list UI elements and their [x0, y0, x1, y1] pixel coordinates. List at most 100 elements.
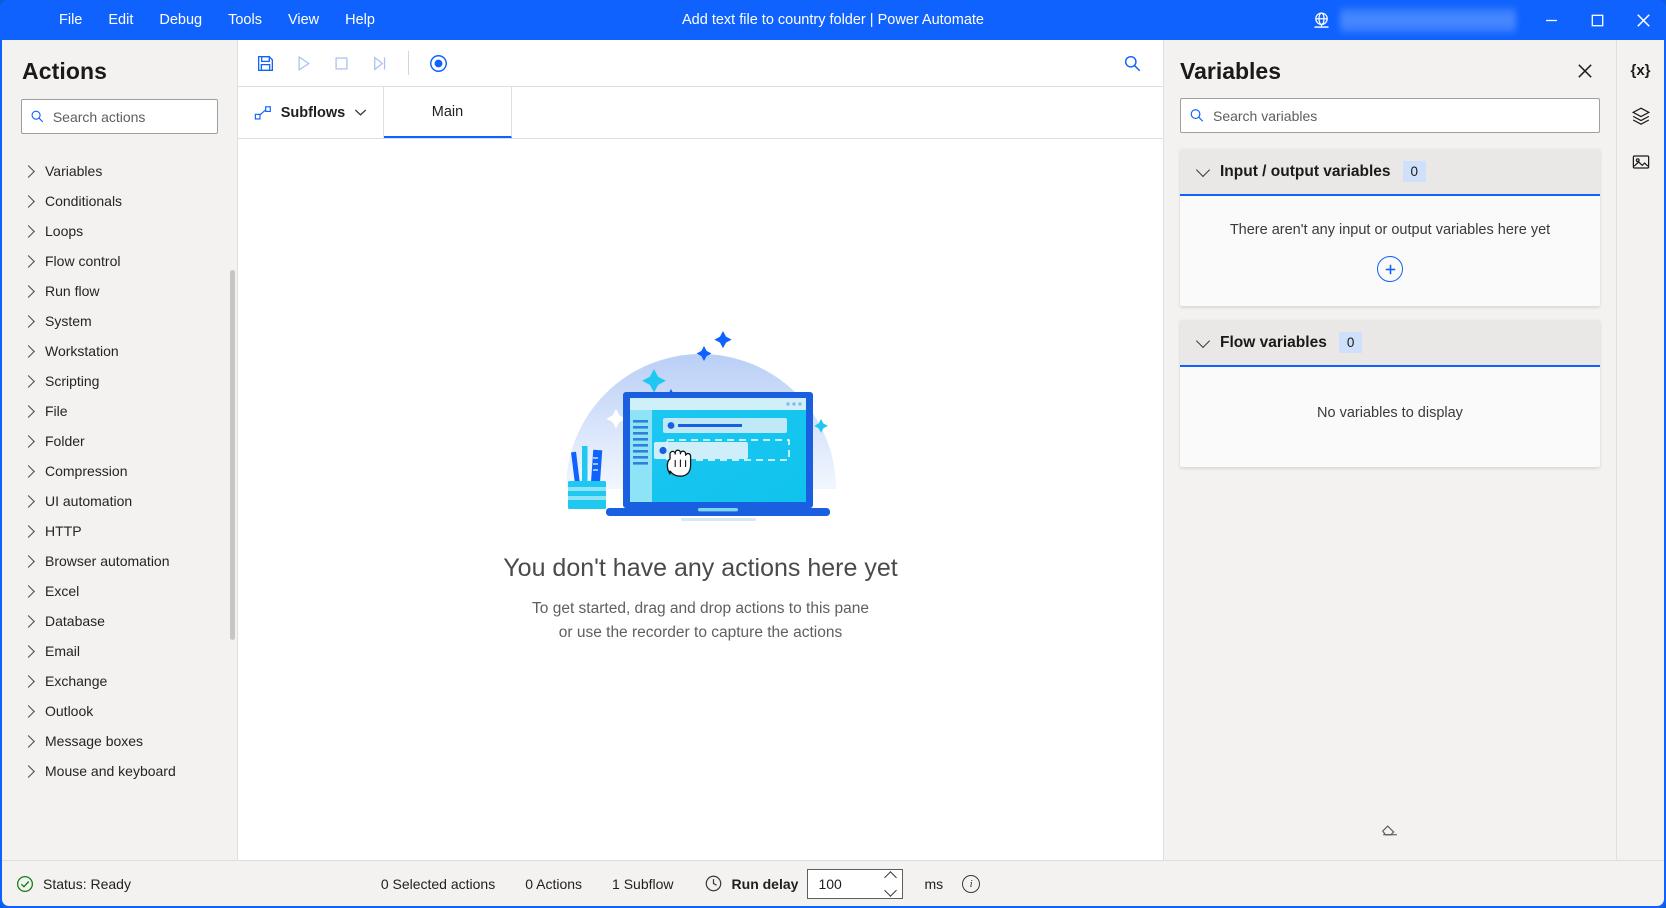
- toolbar-divider: [408, 51, 409, 75]
- search-actions-input[interactable]: [53, 109, 209, 125]
- action-group-label: Workstation: [45, 343, 119, 359]
- action-group-excel[interactable]: Excel: [2, 576, 237, 606]
- add-input-output-variable-button[interactable]: [1377, 256, 1403, 282]
- rail-images-button[interactable]: [1623, 144, 1659, 180]
- action-group-label: Exchange: [45, 673, 107, 689]
- flow-variables-header[interactable]: Flow variables 0: [1180, 320, 1600, 367]
- tabs-empty-area: [512, 87, 1163, 138]
- action-group-flow-control[interactable]: Flow control: [2, 246, 237, 276]
- run-button[interactable]: [284, 46, 322, 80]
- chevron-up-icon[interactable]: [885, 871, 898, 884]
- action-group-variables[interactable]: Variables: [2, 156, 237, 186]
- actions-pane-title: Actions: [2, 40, 237, 99]
- action-group-label: Conditionals: [45, 193, 122, 209]
- action-group-outlook[interactable]: Outlook: [2, 696, 237, 726]
- right-icon-rail: {x}: [1616, 40, 1664, 860]
- run-delay-group: Run delay 100 ms i: [704, 869, 981, 899]
- menu-item-file[interactable]: File: [46, 6, 95, 34]
- account-name-redacted[interactable]: [1340, 7, 1516, 33]
- subflows-dropdown[interactable]: Subflows: [238, 87, 384, 138]
- status-counters: 0 Selected actions 0 Actions 1 Subflow R…: [381, 869, 980, 899]
- recorder-button[interactable]: [419, 46, 457, 80]
- selected-actions-count: 0 Selected actions: [381, 876, 495, 892]
- chevron-right-icon: [22, 345, 35, 358]
- section-label: Flow variables: [1220, 334, 1327, 352]
- stepper-arrows[interactable]: [886, 870, 895, 898]
- empty-state-title: You don't have any actions here yet: [503, 554, 897, 583]
- stop-icon: [332, 54, 351, 73]
- flow-toolbar: [238, 40, 1163, 87]
- minimize-button[interactable]: [1528, 0, 1574, 40]
- action-group-email[interactable]: Email: [2, 636, 237, 666]
- action-group-message-boxes[interactable]: Message boxes: [2, 726, 237, 756]
- action-group-scripting[interactable]: Scripting: [2, 366, 237, 396]
- action-group-loops[interactable]: Loops: [2, 216, 237, 246]
- menu-item-debug[interactable]: Debug: [146, 6, 215, 34]
- variables-pane-title: Variables: [1180, 58, 1281, 85]
- action-group-database[interactable]: Database: [2, 606, 237, 636]
- actions-pane: Actions Variables Conditionals: [2, 40, 238, 860]
- action-group-file[interactable]: File: [2, 396, 237, 426]
- action-group-system[interactable]: System: [2, 306, 237, 336]
- search-actions-box[interactable]: [21, 99, 218, 134]
- empty-message: There aren't any input or output variabl…: [1230, 222, 1550, 238]
- action-group-exchange[interactable]: Exchange: [2, 666, 237, 696]
- action-group-mouse-and-keyboard[interactable]: Mouse and keyboard: [2, 756, 237, 786]
- close-variables-pane-button[interactable]: [1570, 56, 1600, 86]
- menu-bar: File Edit Debug Tools View Help: [46, 6, 388, 34]
- globe-icon[interactable]: [1306, 5, 1336, 35]
- tab-main[interactable]: Main: [384, 87, 512, 138]
- chevron-down-icon[interactable]: [885, 884, 898, 897]
- action-group-browser-automation[interactable]: Browser automation: [2, 546, 237, 576]
- clear-variables-button[interactable]: [1380, 817, 1400, 842]
- search-variables-box[interactable]: [1180, 98, 1600, 133]
- search-variables-input[interactable]: [1213, 108, 1591, 124]
- input-output-variables-card: Input / output variables 0 There aren't …: [1180, 149, 1600, 306]
- chevron-right-icon: [22, 225, 35, 238]
- chevron-right-icon: [22, 165, 35, 178]
- title-bar-controls: [1306, 0, 1666, 40]
- app-window: File Edit Debug Tools View Help Add text…: [0, 0, 1666, 908]
- maximize-button[interactable]: [1574, 0, 1620, 40]
- menu-item-view[interactable]: View: [275, 6, 332, 34]
- flow-canvas[interactable]: You don't have any actions here yet To g…: [238, 139, 1163, 860]
- flow-tabs: Subflows Main: [238, 87, 1163, 139]
- chevron-right-icon: [22, 285, 35, 298]
- chevron-right-icon: [22, 645, 35, 658]
- search-flow-button[interactable]: [1113, 46, 1151, 80]
- action-group-folder[interactable]: Folder: [2, 426, 237, 456]
- info-icon[interactable]: i: [962, 875, 980, 893]
- chevron-down-icon: [1196, 333, 1210, 347]
- action-group-workstation[interactable]: Workstation: [2, 336, 237, 366]
- action-group-compression[interactable]: Compression: [2, 456, 237, 486]
- flow-variables-body: No variables to display: [1180, 367, 1600, 467]
- run-delay-stepper[interactable]: 100: [807, 869, 903, 899]
- empty-state-illustration: [526, 274, 876, 524]
- save-button[interactable]: [246, 46, 284, 80]
- action-group-label: UI automation: [45, 493, 132, 509]
- run-next-action-button[interactable]: [360, 46, 398, 80]
- status-bar: Status: Ready 0 Selected actions 0 Actio…: [2, 860, 1664, 906]
- input-output-variables-header[interactable]: Input / output variables 0: [1180, 149, 1600, 196]
- empty-state-subtitle: To get started, drag and drop actions to…: [532, 597, 869, 645]
- action-group-ui-automation[interactable]: UI automation: [2, 486, 237, 516]
- chevron-right-icon: [22, 585, 35, 598]
- actions-list-scrollbar[interactable]: [230, 270, 235, 640]
- action-group-run-flow[interactable]: Run flow: [2, 276, 237, 306]
- actions-group-list[interactable]: Variables Conditionals Loops Flow contro…: [2, 150, 237, 860]
- menu-item-help[interactable]: Help: [332, 6, 388, 34]
- chevron-right-icon: [22, 465, 35, 478]
- action-group-http[interactable]: HTTP: [2, 516, 237, 546]
- tab-label: Main: [432, 104, 463, 120]
- rail-variables-button[interactable]: {x}: [1623, 52, 1659, 88]
- menu-item-edit[interactable]: Edit: [95, 6, 146, 34]
- action-group-label: Email: [45, 643, 80, 659]
- stop-button[interactable]: [322, 46, 360, 80]
- subflows-label: Subflows: [281, 105, 345, 121]
- close-button[interactable]: [1620, 0, 1666, 40]
- variables-pane: Variables Input / output vari: [1164, 40, 1616, 860]
- workspace: Subflows Main: [238, 40, 1164, 860]
- rail-ui-elements-button[interactable]: [1623, 98, 1659, 134]
- menu-item-tools[interactable]: Tools: [215, 6, 275, 34]
- action-group-conditionals[interactable]: Conditionals: [2, 186, 237, 216]
